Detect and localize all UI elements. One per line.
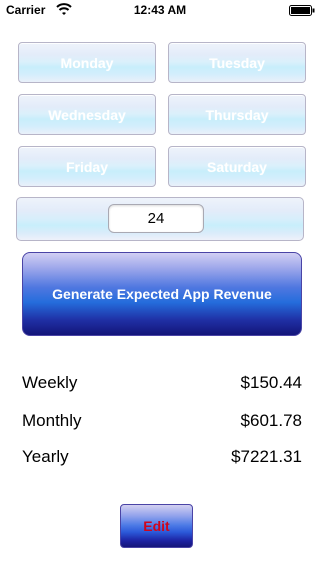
tuesday-button[interactable]: Tuesday: [168, 42, 306, 83]
monthly-label: Monthly: [22, 411, 82, 430]
battery-icon: [289, 5, 315, 16]
edit-button[interactable]: Edit: [120, 504, 193, 548]
thursday-label: Thursday: [205, 106, 269, 123]
yearly-row: Yearly $7221.31: [22, 447, 302, 469]
hours-input[interactable]: [108, 204, 204, 233]
weekly-label: Weekly: [22, 373, 78, 392]
status-time: 12:43 AM: [133, 3, 187, 17]
status-bar: Carrier 12:43 AM: [0, 0, 320, 20]
saturday-label: Saturday: [207, 158, 267, 175]
monthly-row: Monthly $601.78: [22, 411, 302, 433]
wednesday-label: Wednesday: [48, 106, 126, 123]
yearly-value: $7221.31: [231, 447, 302, 466]
generate-revenue-button[interactable]: Generate Expected App Revenue: [22, 252, 302, 336]
monday-label: Monday: [60, 54, 114, 71]
edit-label: Edit: [143, 518, 170, 534]
friday-label: Friday: [65, 158, 108, 175]
thursday-button[interactable]: Thursday: [168, 94, 306, 135]
weekly-value: $150.44: [240, 373, 302, 392]
friday-button[interactable]: Friday: [18, 146, 156, 187]
weekly-row: Weekly $150.44: [22, 373, 302, 395]
generate-revenue-label: Generate Expected App Revenue: [52, 286, 272, 302]
monthly-value: $601.78: [240, 411, 302, 430]
monday-button[interactable]: Monday: [18, 42, 156, 83]
tuesday-label: Tuesday: [209, 54, 265, 71]
yearly-label: Yearly: [22, 447, 69, 466]
saturday-button[interactable]: Saturday: [168, 146, 306, 187]
wednesday-button[interactable]: Wednesday: [18, 94, 156, 135]
